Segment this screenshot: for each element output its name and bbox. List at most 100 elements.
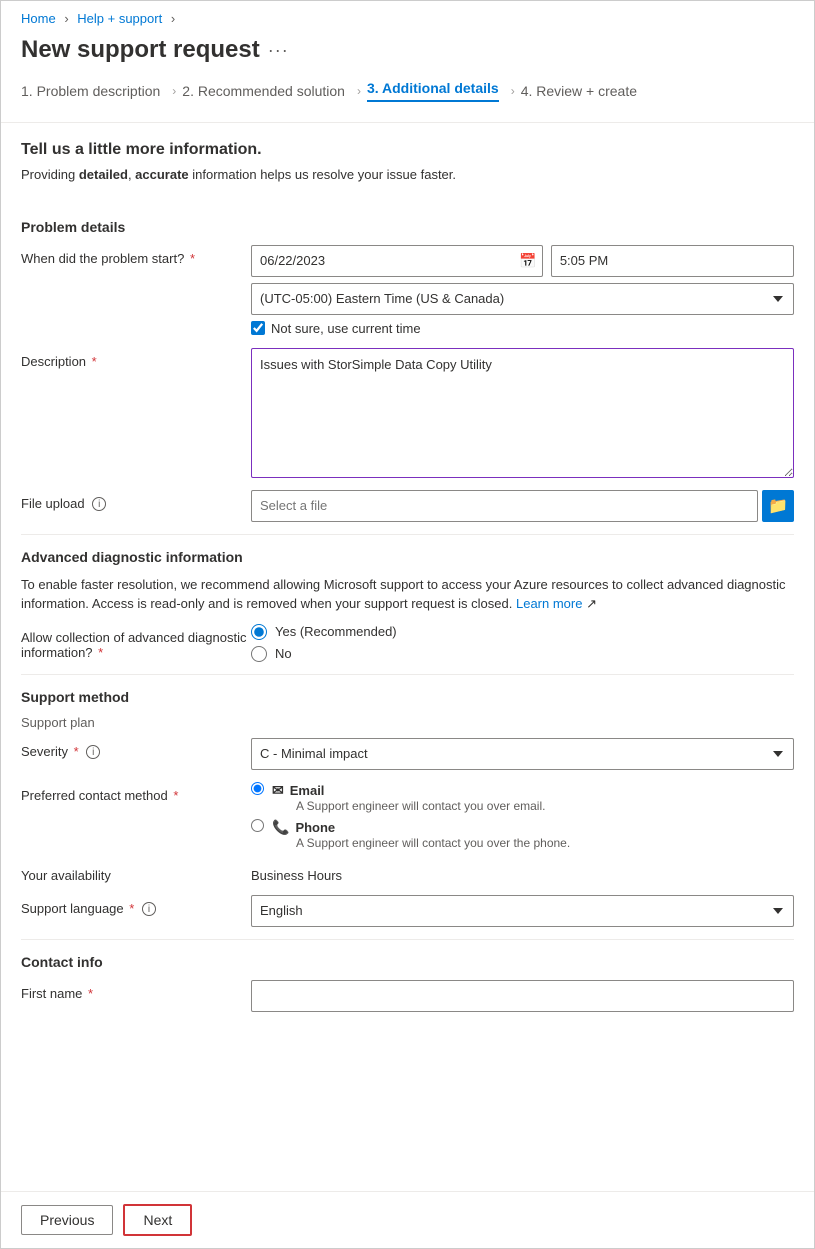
email-option: ✉ Email A Support engineer will contact … [272,782,545,813]
severity-group: C - Minimal impact [251,738,794,770]
breadcrumb-home[interactable]: Home [21,11,56,26]
more-options-icon[interactable]: ··· [268,40,289,61]
timezone-wrapper: (UTC-05:00) Eastern Time (US & Canada) [251,283,794,315]
next-button[interactable]: Next [123,1204,192,1236]
file-upload-input[interactable] [251,490,758,522]
advanced-diagnostic-info: To enable faster resolution, we recommen… [21,575,794,614]
severity-row: Severity * i C - Minimal impact [21,738,794,770]
description-label: Description * [21,348,251,369]
radio-yes[interactable] [251,624,267,640]
file-upload-info-icon[interactable]: i [92,497,106,511]
time-input[interactable] [551,245,794,277]
tab-problem-description[interactable]: 1. Problem description [21,83,160,99]
bold-detailed: detailed [79,167,128,182]
breadcrumb-help[interactable]: Help + support [77,11,162,26]
description-group: Issues with StorSimple Data Copy Utility [251,348,794,478]
required-star-contact: * [173,788,178,803]
radio-phone[interactable] [251,819,264,832]
phone-option: 📞 Phone A Support engineer will contact … [272,819,570,850]
step-sep-1: › [172,84,176,98]
first-name-group [251,980,794,1012]
first-name-row: First name * [21,980,794,1012]
external-link-icon: ↗ [586,596,597,611]
required-star-diag: * [98,645,103,660]
contact-method-radio-group: ✉ Email A Support engineer will contact … [251,782,794,850]
contact-method-group: ✉ Email A Support engineer will contact … [251,782,794,850]
severity-info-icon[interactable]: i [86,745,100,759]
description-textarea[interactable]: Issues with StorSimple Data Copy Utility [251,348,794,478]
allow-collection-radio-group: Yes (Recommended) No [251,624,794,662]
support-language-select[interactable]: English [251,895,794,927]
required-star-desc: * [92,354,97,369]
wizard-steps: 1. Problem description › 2. Recommended … [1,80,814,123]
tab-additional-details[interactable]: 3. Additional details [367,80,499,102]
radio-no[interactable] [251,646,267,662]
bold-accurate: accurate [135,167,188,182]
phone-description: A Support engineer will contact you over… [296,836,570,850]
date-time-row: 📅 [251,245,794,277]
when-problem-start-row: When did the problem start? * 📅 (UTC-05:… [21,245,794,336]
not-sure-checkbox[interactable] [251,321,265,335]
bottom-spacer [21,1024,794,1084]
radio-email[interactable] [251,782,264,795]
page-title: New support request [21,36,260,64]
language-info-icon[interactable]: i [142,902,156,916]
breadcrumb: Home › Help + support › [1,1,814,32]
file-upload-button[interactable]: 📁 [762,490,794,522]
tab-review-create[interactable]: 4. Review + create [521,83,637,99]
file-upload-row: File upload i 📁 [21,490,794,522]
learn-more-link[interactable]: Learn more [516,596,582,611]
time-field [551,245,794,277]
availability-value: Business Hours [251,862,794,883]
required-star: * [190,251,195,266]
phone-label: Phone [295,820,335,835]
radio-no-label: No [275,646,292,661]
not-sure-row: Not sure, use current time [251,321,794,336]
email-label-row: ✉ Email [272,782,545,799]
file-upload-label: File upload i [21,490,251,512]
contact-phone-row: 📞 Phone A Support engineer will contact … [251,819,794,850]
phone-icon: 📞 [272,819,289,836]
first-name-input[interactable] [251,980,794,1012]
required-star-lang: * [129,901,134,916]
not-sure-label: Not sure, use current time [271,321,421,336]
file-upload-group: 📁 [251,490,794,522]
radio-no-row: No [251,646,794,662]
divider-3 [21,939,794,940]
previous-button[interactable]: Previous [21,1205,113,1235]
email-description: A Support engineer will contact you over… [296,799,545,813]
contact-method-label: Preferred contact method * [21,782,251,803]
date-input[interactable] [251,245,543,277]
step-sep-3: › [511,84,515,98]
allow-collection-label: Allow collection of advanced diagnostic … [21,624,251,660]
email-icon: ✉ [272,782,284,799]
timezone-select[interactable]: (UTC-05:00) Eastern Time (US & Canada) [251,283,794,315]
problem-details-heading: Problem details [21,219,794,235]
radio-yes-label: Yes (Recommended) [275,624,397,639]
contact-method-row: Preferred contact method * ✉ Email A Sup… [21,782,794,850]
email-label: Email [290,783,325,798]
bottom-navigation: Previous Next [1,1191,814,1248]
tab-recommended-solution[interactable]: 2. Recommended solution [182,83,345,99]
divider-1 [21,534,794,535]
breadcrumb-sep2: › [171,11,175,26]
support-language-group: English [251,895,794,927]
severity-select[interactable]: C - Minimal impact [251,738,794,770]
severity-label: Severity * i [21,738,251,760]
allow-collection-group: Yes (Recommended) No [251,624,794,662]
when-problem-label: When did the problem start? * [21,245,251,266]
date-time-group: 📅 (UTC-05:00) Eastern Time (US & Canada)… [251,245,794,336]
support-method-heading: Support method [21,689,794,705]
divider-2 [21,674,794,675]
contact-info-heading: Contact info [21,954,794,970]
support-language-label: Support language * i [21,895,251,917]
support-plan-row: Support plan [21,715,794,730]
required-star-first: * [88,986,93,1001]
step-sep-2: › [357,84,361,98]
radio-yes-row: Yes (Recommended) [251,624,794,640]
availability-group: Business Hours [251,862,794,883]
support-language-row: Support language * i English [21,895,794,927]
advanced-diagnostic-heading: Advanced diagnostic information [21,549,794,565]
page-title-row: New support request ··· [1,32,814,80]
intro-paragraph: Providing detailed, accurate information… [21,165,794,185]
